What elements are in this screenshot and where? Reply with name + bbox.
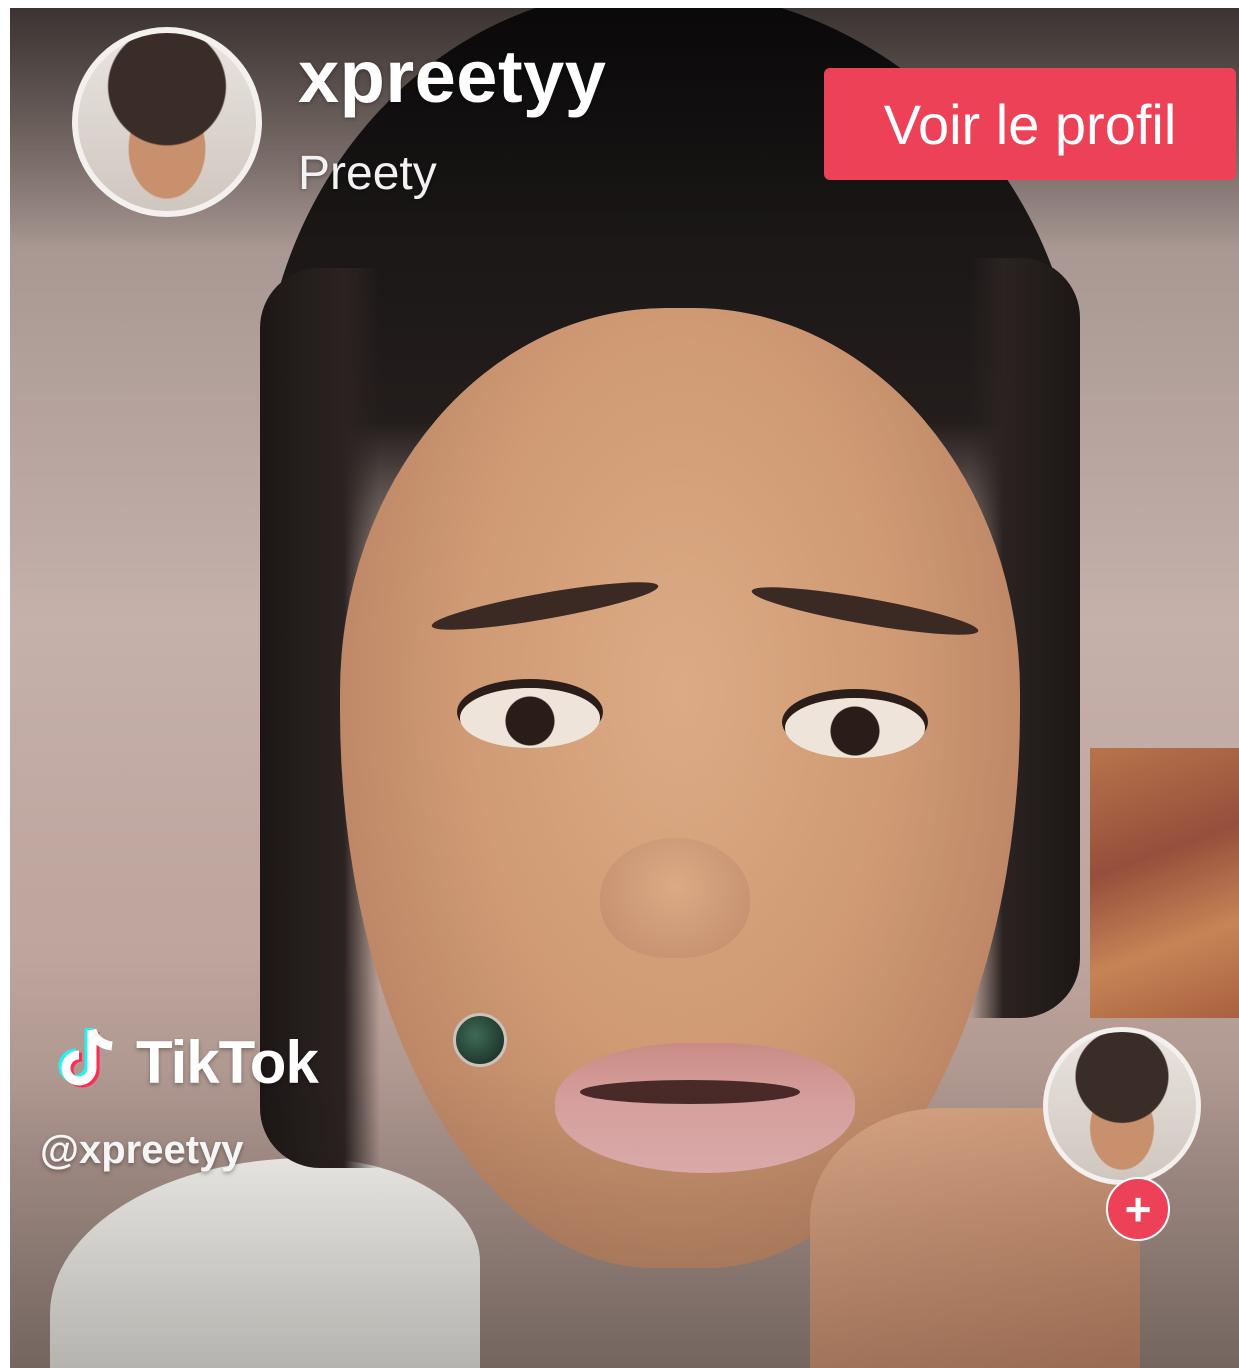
username[interactable]: xpreetyy (298, 40, 606, 114)
follow-plus-button[interactable]: + (1106, 1177, 1170, 1241)
tiktok-watermark: TikTok (48, 1022, 319, 1102)
left-eye (460, 688, 600, 748)
tiktok-logo-icon (58, 1028, 113, 1088)
face-roller (453, 1013, 507, 1067)
right-eye (785, 698, 925, 758)
background-poster (1090, 748, 1239, 1018)
display-name: Preety (298, 147, 437, 200)
nose (600, 838, 750, 958)
creator-avatar[interactable] (1043, 1027, 1201, 1185)
watermark-handle: @xpreetyy (40, 1128, 244, 1172)
user-avatar-icon[interactable] (72, 27, 262, 217)
tiktok-brand: TikTok (136, 1028, 319, 1096)
view-profile-button[interactable]: Voir le profil (824, 68, 1236, 180)
